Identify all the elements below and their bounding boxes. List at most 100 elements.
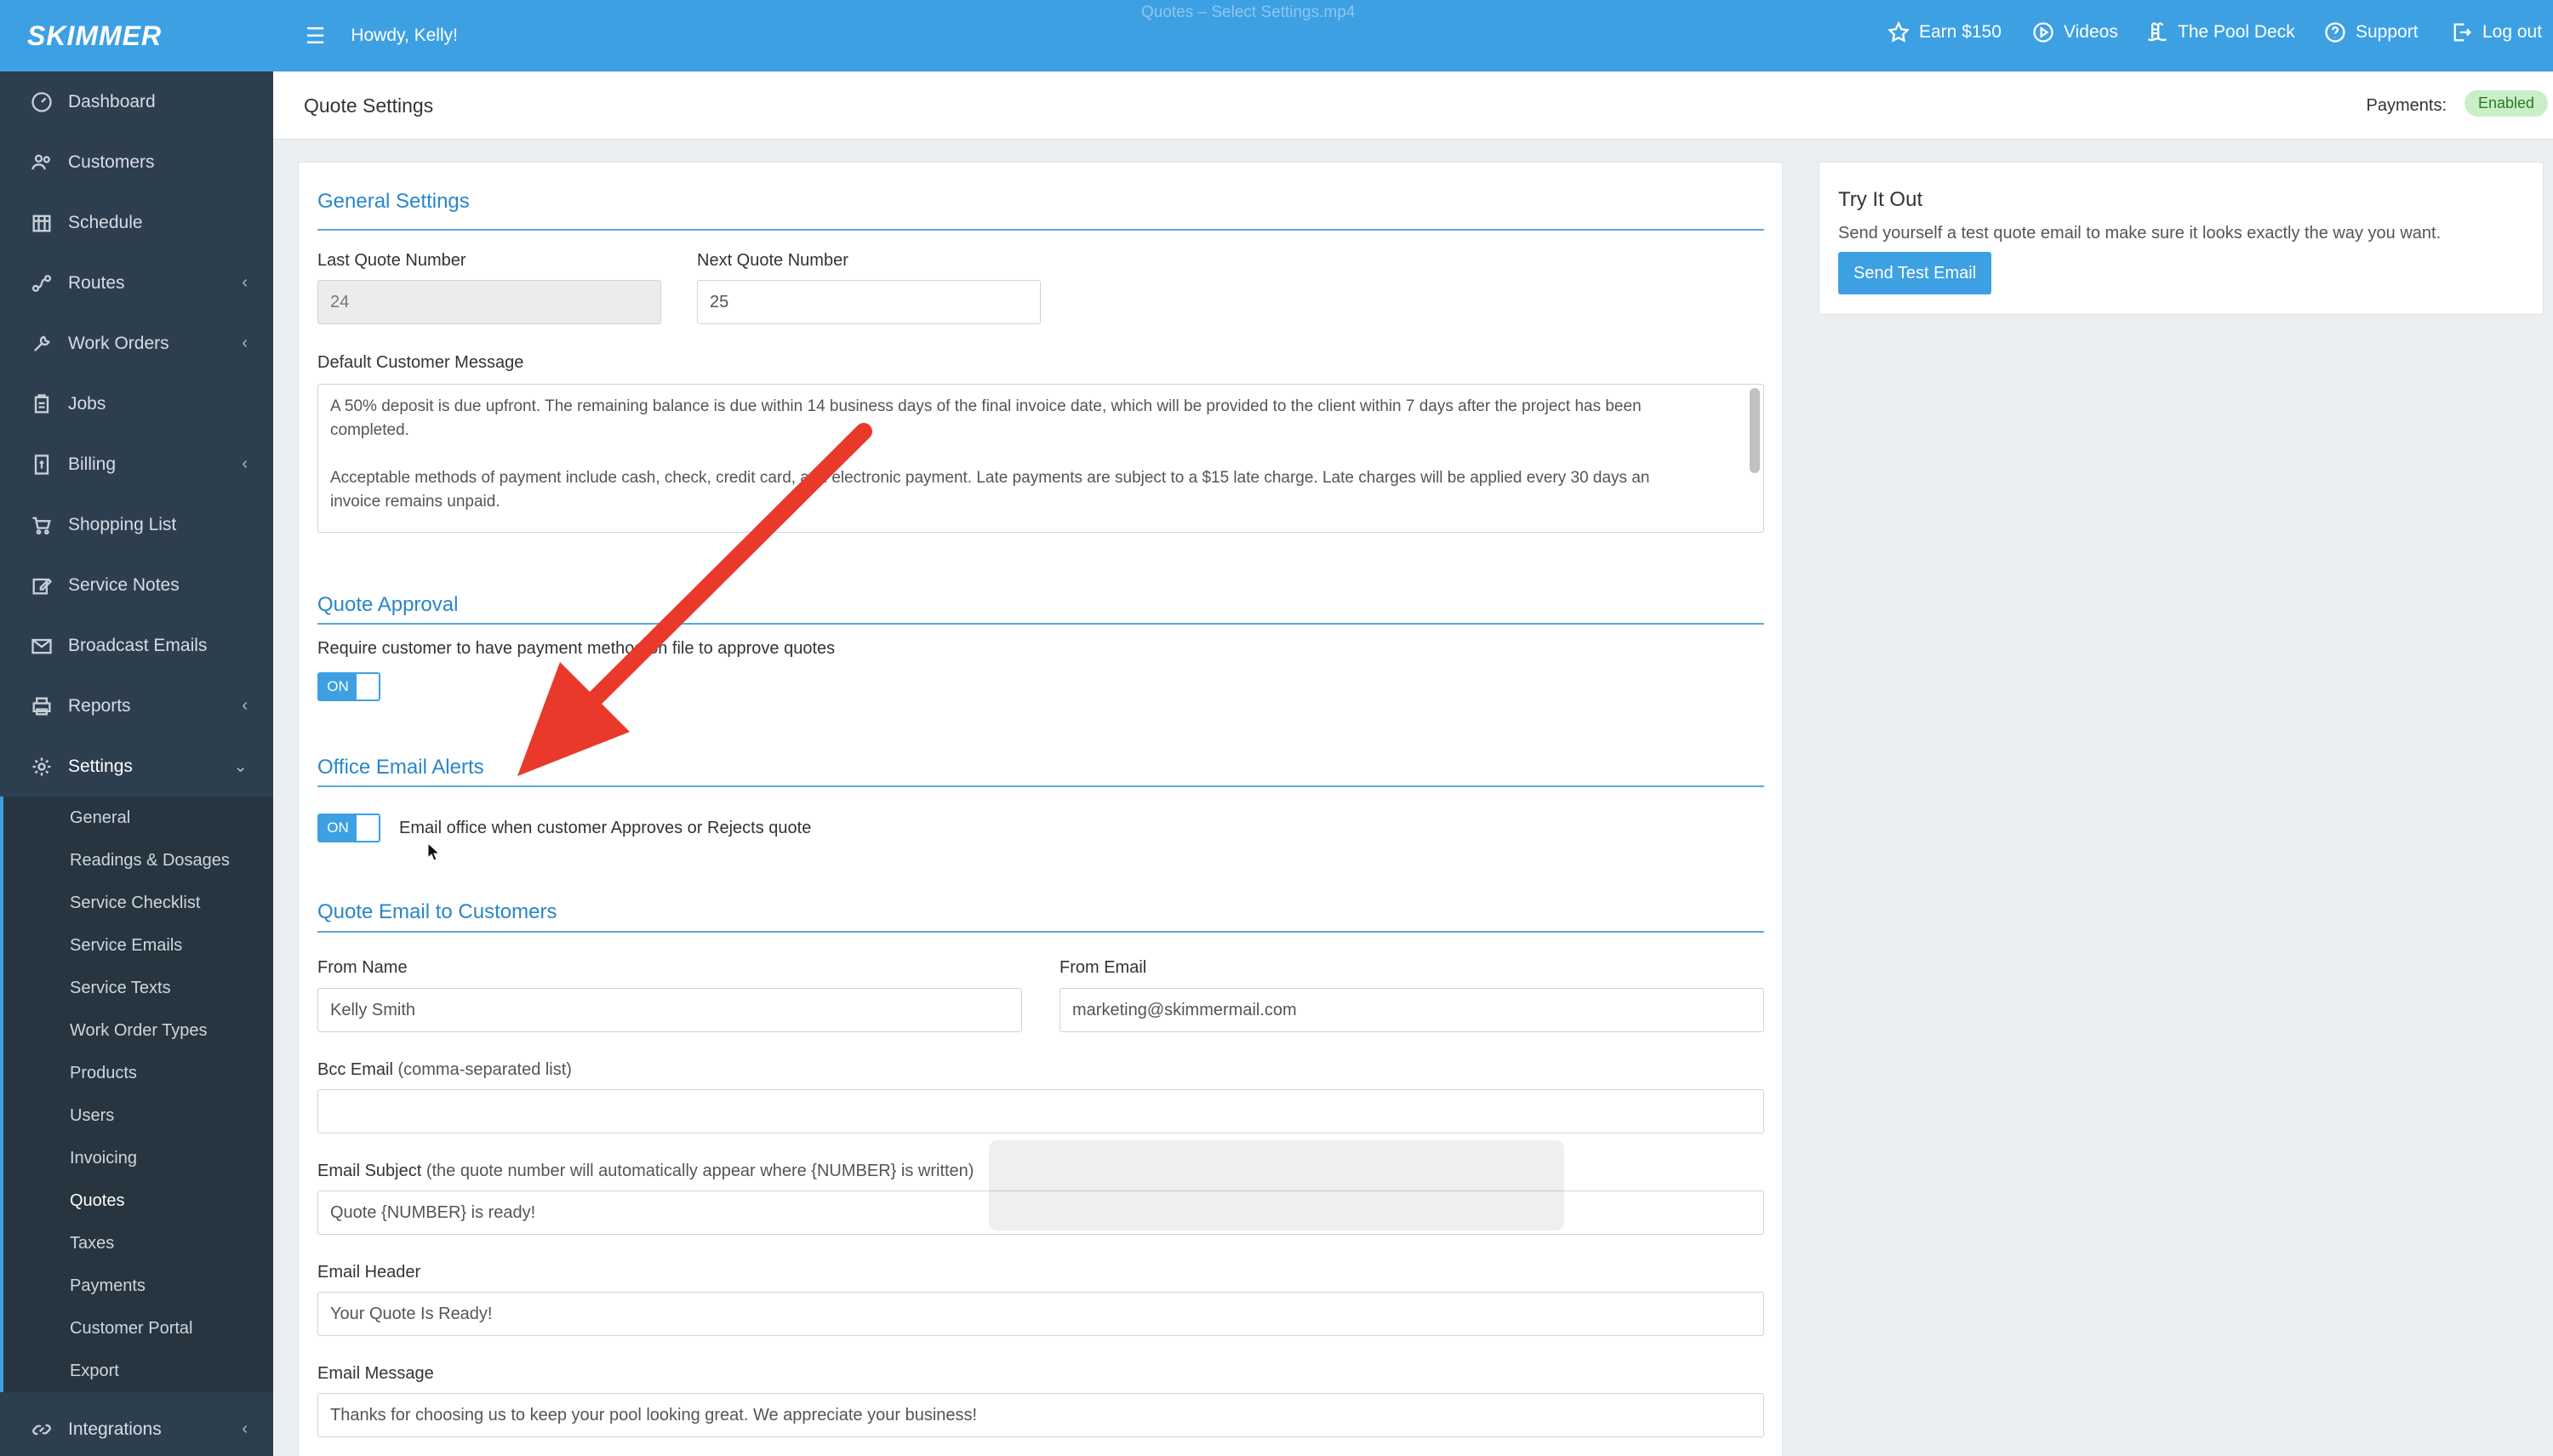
email-header-input[interactable]: Your Quote Is Ready!: [317, 1292, 1764, 1336]
gear-icon: [29, 754, 54, 779]
email-header-label: Email Header: [317, 1263, 421, 1282]
sidebar-item-routes[interactable]: Routes ‹: [0, 253, 273, 313]
bcc-email-label: Bcc Email (comma-separated list): [317, 1060, 572, 1080]
hamburger-menu-icon[interactable]: ☰: [306, 23, 325, 49]
sidebar-item-broadcast-emails[interactable]: Broadcast Emails: [0, 615, 273, 676]
next-quote-number-input[interactable]: 25: [697, 280, 1041, 324]
logout-label: Log out: [2482, 22, 2543, 42]
try-it-out-title: Try It Out: [1838, 188, 1923, 211]
from-email-label: From Email: [1059, 958, 1147, 977]
settings-item-quotes[interactable]: Quotes: [3, 1179, 273, 1222]
settings-item-users[interactable]: Users: [3, 1094, 273, 1137]
logout-icon: [2453, 23, 2471, 42]
star-icon: [1887, 20, 1910, 43]
videos-link[interactable]: Videos: [2031, 20, 2118, 44]
toggle-on-label: ON: [319, 815, 357, 841]
customers-icon: [29, 150, 54, 175]
printer-icon: [29, 694, 54, 719]
settings-item-service-emails[interactable]: Service Emails: [3, 924, 273, 967]
edit-icon: [29, 573, 54, 598]
from-name-input[interactable]: Kelly Smith: [317, 988, 1022, 1032]
section-divider: [317, 623, 1764, 625]
chevron-down-icon: ⌄: [233, 757, 248, 776]
sidebar-item-customers[interactable]: Customers: [0, 132, 273, 192]
subject-hint: (the quote number will automatically app…: [426, 1162, 974, 1180]
sidebar-item-settings[interactable]: Settings ⌄: [0, 736, 273, 797]
settings-item-products[interactable]: Products: [3, 1052, 273, 1094]
mail-icon: [29, 633, 54, 659]
earn-label: Earn $150: [1919, 22, 2002, 42]
sidebar-item-service-notes[interactable]: Service Notes: [0, 555, 273, 615]
settings-item-export[interactable]: Export: [3, 1350, 273, 1392]
settings-item-customer-portal[interactable]: Customer Portal: [3, 1307, 273, 1350]
textarea-scrollbar[interactable]: [1750, 388, 1760, 473]
bcc-label-text: Bcc Email: [317, 1060, 393, 1079]
email-message-label: Email Message: [317, 1364, 434, 1383]
bcc-email-input[interactable]: [317, 1089, 1764, 1133]
toggle-on-label: ON: [319, 674, 357, 699]
message-paragraph: Acceptable methods of payment include ca…: [330, 469, 1650, 511]
calendar-icon: [29, 210, 54, 236]
settings-item-general[interactable]: General: [3, 797, 273, 839]
logo-bar[interactable]: SKIMMER: [0, 0, 273, 71]
toggle-knob: [357, 674, 379, 699]
try-it-out-description: Send yourself a test quote email to make…: [1838, 224, 2442, 243]
sidebar-item-label: Service Notes: [68, 574, 180, 595]
greeting: Howdy, Kelly!: [351, 26, 458, 45]
link-icon: [29, 1417, 54, 1442]
billing-icon: [29, 452, 54, 477]
sidebar-item-label: Broadcast Emails: [68, 635, 208, 655]
pool-icon: [2147, 22, 2167, 42]
sidebar-item-label: Integrations: [68, 1419, 162, 1439]
dashboard-icon: [29, 89, 54, 115]
pool-deck-label: The Pool Deck: [2178, 22, 2295, 42]
mouse-cursor-icon: [427, 842, 441, 861]
video-title: Quotes – Select Settings.mp4: [1141, 3, 1356, 21]
pool-deck-link[interactable]: The Pool Deck: [2145, 20, 2295, 44]
support-label: Support: [2356, 22, 2419, 42]
page-header: Quote Settings Payments: Enabled: [273, 71, 2553, 140]
sidebar-item-label: Settings: [68, 756, 133, 776]
skimmer-logo[interactable]: SKIMMER: [27, 20, 162, 52]
sidebar-item-shopping-list[interactable]: Shopping List: [0, 494, 273, 555]
settings-item-payments[interactable]: Payments: [3, 1265, 273, 1307]
settings-item-work-order-types[interactable]: Work Order Types: [3, 1009, 273, 1052]
sidebar-item-work-orders[interactable]: Work Orders ‹: [0, 313, 273, 374]
send-test-email-button[interactable]: Send Test Email: [1838, 252, 1992, 294]
settings-item-service-texts[interactable]: Service Texts: [3, 967, 273, 1009]
sidebar-item-label: Customers: [68, 151, 155, 172]
email-office-toggle[interactable]: ON: [317, 814, 380, 842]
settings-item-taxes[interactable]: Taxes: [3, 1222, 273, 1265]
video-player-overlay[interactable]: [989, 1140, 1564, 1230]
settings-item-invoicing[interactable]: Invoicing: [3, 1137, 273, 1179]
sidebar-item-label: Shopping List: [68, 514, 177, 534]
support-link[interactable]: Support: [2323, 20, 2419, 44]
sidebar-item-schedule[interactable]: Schedule: [0, 192, 273, 253]
settings-submenu: General Readings & Dosages Service Check…: [0, 797, 273, 1392]
payments-label: Payments:: [2366, 96, 2447, 115]
chevron-left-icon: ‹: [242, 1419, 248, 1438]
from-name-label: From Name: [317, 958, 408, 977]
sidebar-item-integrations[interactable]: Integrations ‹: [0, 1399, 273, 1456]
logout-link[interactable]: Log out: [2450, 20, 2542, 44]
sidebar-item-reports[interactable]: Reports ‹: [0, 676, 273, 736]
require-payment-toggle[interactable]: ON: [317, 672, 380, 701]
help-icon: [2325, 22, 2345, 43]
quote-approval-title: Quote Approval: [317, 593, 459, 616]
sidebar-item-jobs[interactable]: Jobs: [0, 374, 273, 434]
email-message-input[interactable]: Thanks for choosing us to keep your pool…: [317, 1393, 1764, 1437]
earn-link[interactable]: Earn $150: [1887, 20, 2002, 44]
last-quote-number-input: 24: [317, 280, 661, 324]
sidebar-item-label: Schedule: [68, 212, 143, 232]
payments-status-badge: Enabled: [2464, 90, 2548, 117]
email-subject-label: Email Subject (the quote number will aut…: [317, 1162, 974, 1181]
last-quote-number-label: Last Quote Number: [317, 251, 466, 270]
default-message-textarea[interactable]: A 50% deposit is due upfront. The remain…: [317, 384, 1764, 533]
sidebar-item-dashboard[interactable]: Dashboard: [0, 71, 273, 132]
settings-item-readings-dosages[interactable]: Readings & Dosages: [3, 839, 273, 882]
chevron-left-icon: ‹: [242, 696, 248, 715]
from-email-input[interactable]: marketing@skimmermail.com: [1059, 988, 1764, 1032]
sidebar-item-billing[interactable]: Billing ‹: [0, 434, 273, 494]
clipboard-icon: [29, 391, 54, 417]
settings-item-service-checklist[interactable]: Service Checklist: [3, 882, 273, 924]
